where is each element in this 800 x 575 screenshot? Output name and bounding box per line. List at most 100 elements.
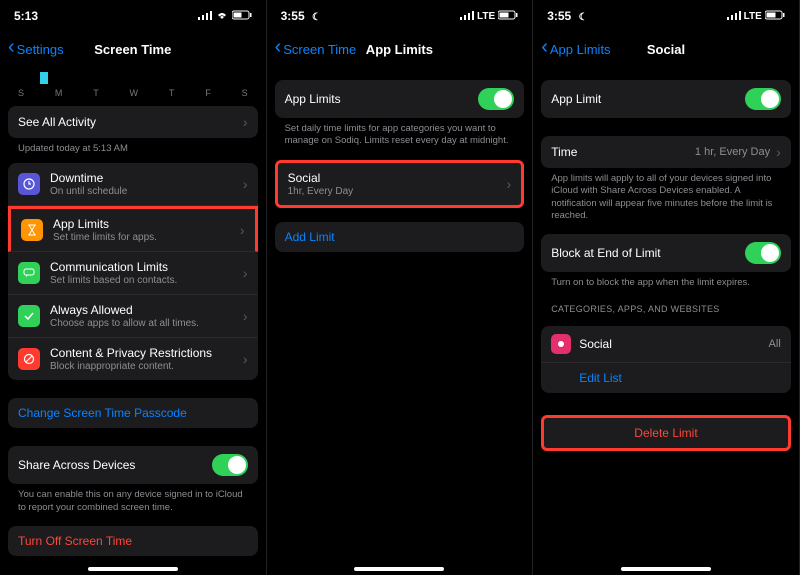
social-limit-row[interactable]: Social 1hr, Every Day ›	[275, 160, 525, 208]
chevron-left-icon	[541, 42, 548, 57]
delete-limit-button[interactable]: Delete Limit	[541, 415, 791, 451]
share-footnote: You can enable this on any device signed…	[8, 484, 258, 514]
page-title: Screen Time	[94, 42, 171, 57]
clock: 5:13	[14, 9, 38, 23]
app-limit-toggle-row[interactable]: App Limit	[541, 80, 791, 118]
cell-label: Social	[579, 337, 768, 351]
usage-chart[interactable]: S M T W T F S	[12, 68, 254, 98]
downtime-row[interactable]: Downtime On until schedule ›	[8, 163, 258, 206]
home-indicator[interactable]	[88, 567, 178, 571]
cell-label: Turn Off Screen Time	[18, 534, 132, 548]
status-icons: LTE	[727, 9, 785, 23]
social-icon	[551, 334, 571, 354]
dnd-icon: ☾	[312, 12, 321, 23]
nav-bar: App Limits Social	[533, 32, 799, 66]
page-title: App Limits	[366, 42, 433, 57]
downtime-icon	[18, 173, 40, 195]
day-label: T	[169, 88, 175, 98]
cell-sublabel: Set limits based on contacts.	[50, 275, 243, 286]
clock-group: 3:55 ☾	[281, 9, 321, 23]
back-button[interactable]: Settings	[8, 42, 64, 57]
cell-sublabel: On until schedule	[50, 186, 243, 197]
carrier-label: LTE	[744, 11, 762, 22]
block-at-end-row[interactable]: Block at End of Limit	[541, 234, 791, 272]
communication-icon	[18, 262, 40, 284]
communication-limits-row[interactable]: Communication Limits Set limits based on…	[8, 252, 258, 295]
day-label: M	[55, 88, 63, 98]
signal-icon	[460, 9, 474, 23]
status-icons: LTE	[460, 9, 518, 23]
check-icon	[18, 305, 40, 327]
always-allowed-row[interactable]: Always Allowed Choose apps to allow at a…	[8, 295, 258, 338]
app-limits-toggle-row[interactable]: App Limits	[275, 80, 525, 118]
chevron-left-icon	[8, 42, 15, 57]
home-indicator[interactable]	[621, 567, 711, 571]
chevron-right-icon: ›	[776, 144, 781, 160]
content-restrictions-row[interactable]: Content & Privacy Restrictions Block ina…	[8, 338, 258, 380]
category-value: All	[769, 338, 781, 350]
cell-sublabel: Choose apps to allow at all times.	[50, 318, 243, 329]
chevron-left-icon	[275, 42, 282, 57]
share-across-devices-row[interactable]: Share Across Devices	[8, 446, 258, 484]
cell-sublabel: 1hr, Every Day	[288, 186, 507, 197]
cell-label: Edit List	[579, 371, 622, 385]
app-limit-toggle[interactable]	[745, 88, 781, 110]
day-label: F	[205, 88, 211, 98]
chevron-right-icon: ›	[240, 222, 245, 238]
chevron-right-icon: ›	[507, 176, 512, 192]
add-limit-row[interactable]: Add Limit	[275, 222, 525, 252]
categories-header: CATEGORIES, APPS, AND WEBSITES	[541, 290, 791, 318]
day-label: T	[93, 88, 99, 98]
status-bar: 5:13	[0, 0, 266, 32]
chart-bar-monday	[40, 72, 48, 84]
back-label: Settings	[17, 42, 64, 57]
cell-label: App Limits	[53, 217, 240, 231]
app-limits-row[interactable]: App Limits Set time limits for apps. ›	[8, 206, 258, 252]
cell-label: App Limit	[551, 92, 745, 106]
status-bar: 3:55 ☾ LTE	[267, 0, 533, 32]
chevron-right-icon: ›	[243, 351, 248, 367]
prohibit-icon	[18, 348, 40, 370]
cell-label: Change Screen Time Passcode	[18, 406, 187, 420]
see-all-activity-row[interactable]: See All Activity ›	[8, 106, 258, 138]
back-label: App Limits	[550, 42, 611, 57]
status-icons	[198, 9, 252, 23]
turn-off-screen-time-row[interactable]: Turn Off Screen Time	[8, 526, 258, 556]
cell-label: Downtime	[50, 171, 243, 185]
cell-label: App Limits	[285, 92, 479, 106]
clock: 3:55	[547, 9, 571, 23]
nav-bar: Settings Screen Time	[0, 32, 266, 66]
clock-group: 3:55 ☾	[547, 9, 587, 23]
nav-bar: Screen Time App Limits	[267, 32, 533, 66]
battery-icon	[498, 9, 518, 23]
cell-sublabel: Block inappropriate content.	[50, 361, 243, 372]
home-indicator[interactable]	[354, 567, 444, 571]
back-label: Screen Time	[283, 42, 356, 57]
cell-sublabel: Set time limits for apps.	[53, 232, 240, 243]
time-row[interactable]: Time 1 hr, Every Day ›	[541, 136, 791, 168]
time-value: 1 hr, Every Day	[695, 146, 770, 158]
cell-label: Always Allowed	[50, 303, 243, 317]
app-limits-footnote: Set daily time limits for app categories…	[275, 118, 525, 148]
cell-label: See All Activity	[18, 115, 243, 129]
day-label: S	[242, 88, 248, 98]
cell-label: Social	[288, 171, 507, 185]
chevron-right-icon: ›	[243, 308, 248, 324]
app-limits-toggle[interactable]	[478, 88, 514, 110]
chevron-right-icon: ›	[243, 176, 248, 192]
back-button[interactable]: Screen Time	[275, 42, 357, 57]
back-button[interactable]: App Limits	[541, 42, 610, 57]
block-toggle[interactable]	[745, 242, 781, 264]
limit-detail-screen: 3:55 ☾ LTE App Limits Social App Limit T…	[533, 0, 800, 575]
share-toggle[interactable]	[212, 454, 248, 476]
chevron-right-icon: ›	[243, 265, 248, 281]
time-footnote: App limits will apply to all of your dev…	[541, 168, 791, 222]
edit-list-row[interactable]: Edit List	[541, 363, 791, 393]
signal-icon	[198, 9, 212, 23]
cell-label: Add Limit	[285, 230, 335, 244]
hourglass-icon	[21, 219, 43, 241]
category-social-row[interactable]: Social All	[541, 326, 791, 363]
categories-group: Social All Edit List	[541, 326, 791, 393]
screen-time-options-group: Downtime On until schedule › App Limits …	[8, 163, 258, 380]
change-passcode-row[interactable]: Change Screen Time Passcode	[8, 398, 258, 428]
